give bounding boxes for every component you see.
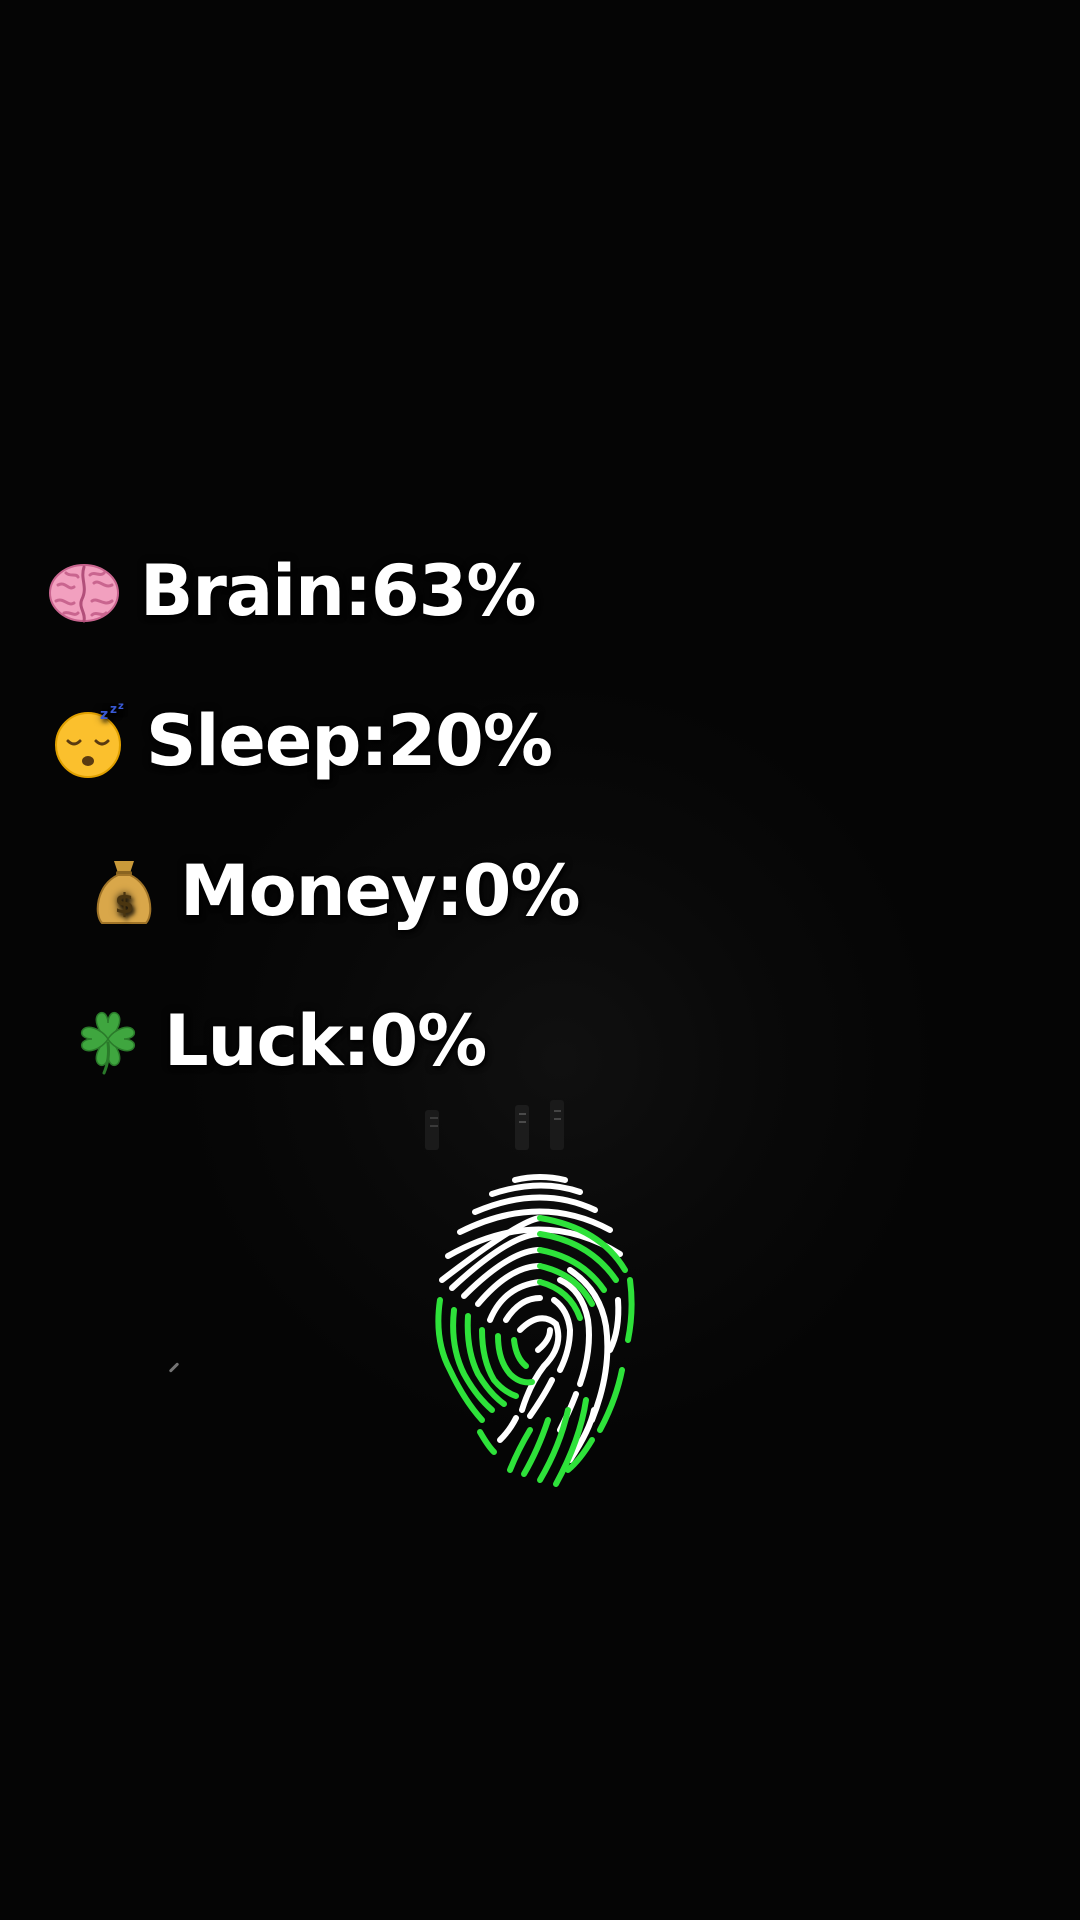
light-glint xyxy=(168,1362,180,1373)
four-leaf-clover-icon xyxy=(70,1003,146,1079)
stat-sleep: z z z Sleep:20% xyxy=(52,700,553,782)
svg-text:z: z xyxy=(118,703,124,712)
stat-money: $ Money:0% xyxy=(86,850,581,932)
stat-sleep-label: Sleep:20% xyxy=(146,700,553,782)
stat-luck: Luck:0% xyxy=(70,1000,487,1082)
sleeping-face-icon: z z z xyxy=(52,703,128,779)
svg-text:z: z xyxy=(100,707,108,723)
stat-luck-label: Luck:0% xyxy=(164,1000,487,1082)
stat-money-label: Money:0% xyxy=(180,850,581,932)
money-bag-icon: $ xyxy=(86,853,162,929)
fingerprint-icon[interactable] xyxy=(420,1170,660,1500)
brain-icon xyxy=(46,553,122,629)
svg-text:z: z xyxy=(110,703,117,716)
stat-brain: Brain:63% xyxy=(46,550,536,632)
video-screen: Brain:63% z z z Sleep:20% $ Money:0% Luc… xyxy=(0,0,1080,1920)
svg-text:$: $ xyxy=(115,887,133,920)
stat-brain-label: Brain:63% xyxy=(140,550,536,632)
